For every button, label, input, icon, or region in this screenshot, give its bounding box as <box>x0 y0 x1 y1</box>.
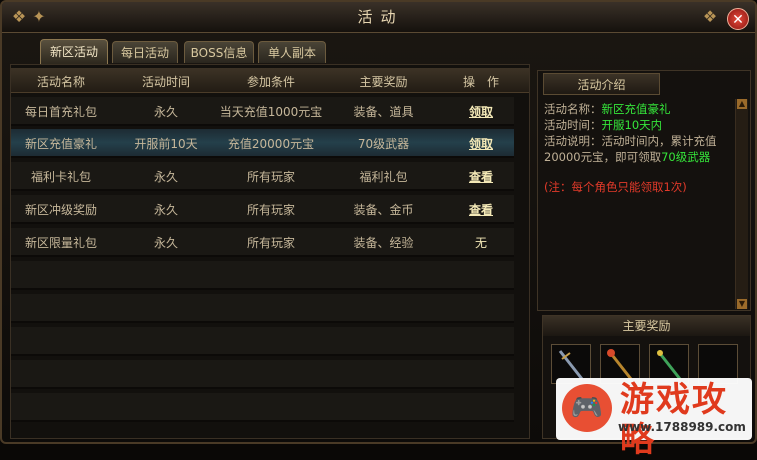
activity-intro-panel: 活动介绍 活动名称：新区充值豪礼 活动时间：开服10天内 活动说明：活动时间内，… <box>537 70 751 311</box>
cell-time: 永久 <box>153 105 178 119</box>
action-none: 无 <box>474 236 487 250</box>
claim-link[interactable]: 领取 <box>436 103 526 120</box>
cell-condition: 所有玩家 <box>246 236 295 250</box>
intro-name-value: 新区充值豪礼 <box>601 102 671 116</box>
intro-time-label: 活动时间： <box>544 118 602 132</box>
intro-scrollbar[interactable]: ▲ ▼ <box>735 99 748 309</box>
cell-reward: 70级武器 <box>357 137 410 151</box>
cell-name: 福利卡礼包 <box>30 170 91 184</box>
tab-boss-info[interactable]: BOSS信息 <box>184 41 254 63</box>
cell-condition: 所有玩家 <box>246 203 295 217</box>
view-link[interactable]: 查看 <box>436 201 526 218</box>
watermark-url: www.1788989.com <box>618 420 746 434</box>
table-row[interactable]: 每日首充礼包 永久 当天充值1000元宝 装备、道具 领取 <box>11 97 514 126</box>
ornament-icon: ❖ <box>702 7 718 26</box>
close-icon[interactable]: ✕ <box>727 8 749 30</box>
activity-table: 活动名称 活动时间 参加条件 主要奖励 操 作 每日首充礼包 永久 当天充值10… <box>10 64 530 439</box>
rewards-header: 主要奖励 <box>543 316 750 336</box>
cell-time: 永久 <box>153 203 178 217</box>
intro-note: (注：每个角色只能领取1次) <box>544 180 687 194</box>
header-reward: 主要奖励 <box>359 75 408 89</box>
table-row[interactable]: 新区冲级奖励 永久 所有玩家 装备、金币 查看 <box>11 195 514 224</box>
cell-name: 新区冲级奖励 <box>24 203 97 217</box>
table-row[interactable]: 福利卡礼包 永久 所有玩家 福利礼包 查看 <box>11 162 514 191</box>
cell-reward: 装备、道具 <box>353 105 414 119</box>
intro-time-value: 开服10天内 <box>601 118 663 132</box>
tab-daily[interactable]: 每日活动 <box>112 41 178 63</box>
header-action: 操 作 <box>462 75 499 89</box>
header-time: 活动时间 <box>141 75 190 89</box>
table-row[interactable]: 新区限量礼包 永久 所有玩家 装备、经验 无 <box>11 228 514 257</box>
view-link[interactable]: 查看 <box>436 168 526 185</box>
watermark: 🎮 游戏攻略 www.1788989.com <box>556 378 752 460</box>
cell-name: 新区充值豪礼 <box>24 137 97 151</box>
intro-desc-value: 70级武器 <box>661 150 711 164</box>
table-header: 活动名称 活动时间 参加条件 主要奖励 操 作 <box>11 68 529 93</box>
claim-link[interactable]: 领取 <box>436 135 526 152</box>
header-name: 活动名称 <box>36 75 85 89</box>
cell-condition: 所有玩家 <box>246 170 295 184</box>
window-title: 活动 <box>357 8 404 26</box>
cell-name: 新区限量礼包 <box>24 236 97 250</box>
empty-row <box>11 294 514 323</box>
tab-new-server[interactable]: 新区活动 <box>40 39 108 64</box>
scroll-down-icon[interactable]: ▼ <box>737 299 747 309</box>
cell-time: 开服前10天 <box>134 137 198 151</box>
table-row-selected[interactable]: 新区充值豪礼 开服前10天 充值20000元宝 70级武器 领取 <box>11 129 514 158</box>
cell-reward: 装备、经验 <box>353 236 414 250</box>
scroll-up-icon[interactable]: ▲ <box>737 99 747 109</box>
empty-row <box>11 327 514 356</box>
empty-row <box>11 360 514 389</box>
cell-reward: 福利礼包 <box>359 170 408 184</box>
cell-reward: 装备、金币 <box>353 203 414 217</box>
cell-name: 每日首充礼包 <box>24 105 97 119</box>
title-bar: ❖ ✦ 活动 ❖ ✕ <box>2 2 755 33</box>
header-condition: 参加条件 <box>246 75 295 89</box>
intro-name-label: 活动名称： <box>544 102 602 116</box>
intro-header: 活动介绍 <box>543 73 660 95</box>
tab-solo-dungeon[interactable]: 单人副本 <box>258 41 326 63</box>
gamepad-logo-icon: 🎮 <box>562 384 612 432</box>
empty-row <box>11 393 514 422</box>
cell-condition: 充值20000元宝 <box>227 137 315 151</box>
intro-description: 活动名称：新区充值豪礼 活动时间：开服10天内 活动说明：活动时间内，累计充值2… <box>544 101 734 195</box>
cell-condition: 当天充值1000元宝 <box>219 105 323 119</box>
cell-time: 永久 <box>153 236 178 250</box>
empty-row <box>11 261 514 290</box>
cell-time: 永久 <box>153 170 178 184</box>
